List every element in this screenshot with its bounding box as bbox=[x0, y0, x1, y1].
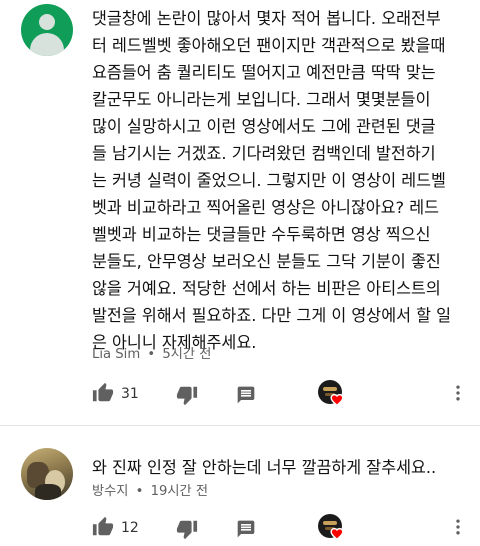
comment-line: 요즘들어 춤 퀄리티도 떨어지고 예전만큼 딱딱 맞는 bbox=[92, 63, 436, 82]
thumbs-up-icon bbox=[92, 516, 114, 536]
thumbs-up-icon bbox=[92, 382, 114, 402]
comment-author[interactable]: 방수지 bbox=[92, 484, 128, 499]
comment-line: 댓글창에 논란이 많아서 몇자 적어 봅니다. 오래전부 bbox=[92, 9, 441, 28]
dislike-button[interactable] bbox=[176, 518, 198, 540]
meta-separator: • bbox=[135, 484, 144, 499]
like-button[interactable] bbox=[92, 516, 114, 538]
thumbs-down-icon bbox=[176, 386, 198, 406]
comment-meta: Lia Sim • 5시간 전 bbox=[92, 343, 211, 362]
comment-line: 들 남기시는 거겠죠. 기다려왔던 컴백인데 발전하기 bbox=[92, 144, 436, 163]
more-options-button[interactable] bbox=[448, 516, 468, 538]
comment-line: 분들도, 안무영상 보러오신 분들도 그닥 기분이 좋진 bbox=[92, 252, 441, 271]
creator-heart-icon bbox=[330, 527, 344, 540]
comment-divider bbox=[0, 425, 480, 426]
like-button[interactable] bbox=[92, 382, 114, 404]
creator-heart-badge bbox=[318, 380, 348, 410]
more-vertical-icon bbox=[456, 519, 460, 535]
reply-button[interactable] bbox=[236, 519, 256, 539]
comment-text: 댓글창에 논란이 많아서 몇자 적어 봅니다. 오래전부 터 레드벨벳 좋아해오… bbox=[92, 5, 472, 356]
reply-icon bbox=[237, 520, 255, 538]
user-avatar[interactable] bbox=[21, 448, 73, 500]
comment-line: 벨벳과 비교하는 댓글들만 수두룩하면 영상 찍으신 bbox=[92, 225, 431, 244]
comment-author[interactable]: Lia Sim bbox=[92, 347, 140, 362]
comment-actions: 31 bbox=[0, 380, 480, 410]
comment-line: 터 레드벨벳 좋아해오던 팬이지만 객관적으로 봤을때 bbox=[92, 36, 446, 55]
comment-line: 발전을 위해서 필요하죠. 다만 그게 이 영상에서 할 일 bbox=[92, 306, 452, 325]
creator-heart-badge bbox=[318, 514, 348, 544]
comment-meta: 방수지 • 19시간 전 bbox=[92, 480, 208, 499]
like-count: 12 bbox=[121, 520, 139, 536]
comment-line: 많이 실망하시고 이런 영상에서도 그에 관련된 댓글 bbox=[92, 117, 436, 136]
comment-line: 칼군무도 아니라는게 보입니다. 그래서 몇몇분들이 bbox=[92, 90, 431, 109]
comment-line: 않을 거예요. 적당한 선에서 하는 비판은 아티스트의 bbox=[92, 279, 441, 298]
comment-actions: 12 bbox=[0, 514, 480, 544]
comment-line: 는 커녕 실력이 줄었으니. 그렇지만 이 영상이 레드벨 bbox=[92, 171, 446, 190]
comment-line: 벳과 비교하라고 찍어올린 영상은 아니잖아요? 레드 bbox=[92, 198, 440, 217]
meta-separator: • bbox=[147, 347, 156, 362]
creator-heart-icon bbox=[330, 393, 344, 406]
dislike-button[interactable] bbox=[176, 384, 198, 406]
comment-line: 와 진짜 인정 잘 안하는데 너무 깔끔하게 잘추세요.. bbox=[92, 458, 437, 477]
comment-time: 19시간 전 bbox=[150, 484, 208, 499]
like-count: 31 bbox=[121, 386, 139, 402]
comment-text: 와 진짜 인정 잘 안하는데 너무 깔끔하게 잘추세요.. bbox=[92, 454, 472, 481]
more-options-button[interactable] bbox=[448, 382, 468, 404]
default-avatar-icon bbox=[39, 14, 55, 30]
reply-button[interactable] bbox=[236, 385, 256, 405]
more-vertical-icon bbox=[456, 385, 460, 401]
comment-time: 5시간 전 bbox=[162, 347, 212, 362]
reply-icon bbox=[237, 386, 255, 404]
user-avatar[interactable] bbox=[21, 4, 73, 56]
thumbs-down-icon bbox=[176, 520, 198, 540]
